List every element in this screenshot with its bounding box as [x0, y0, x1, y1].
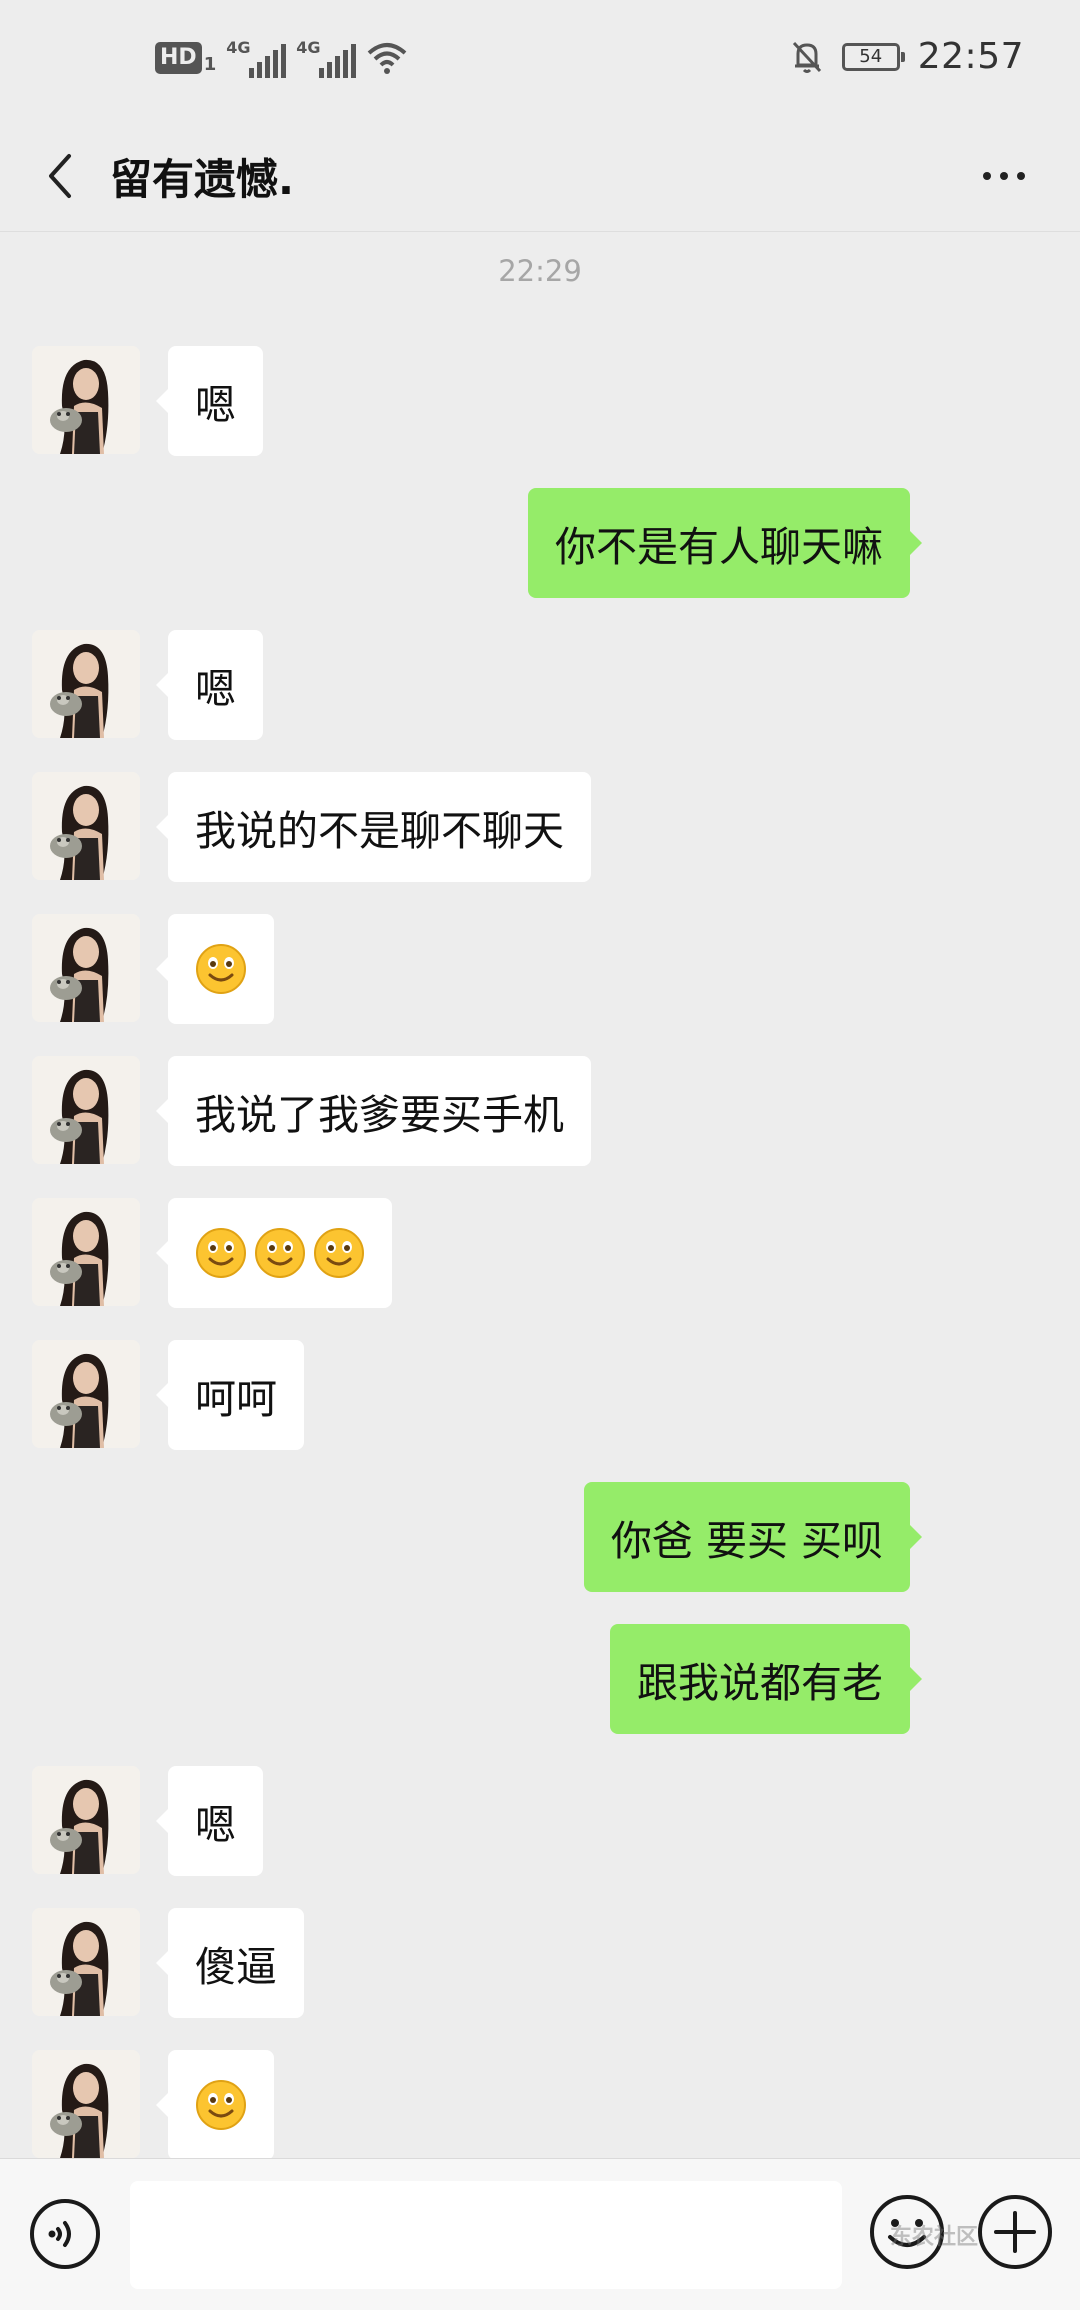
- contact-avatar[interactable]: [32, 2050, 140, 2158]
- hd-label: HD: [155, 42, 202, 74]
- contact-avatar[interactable]: [32, 1908, 140, 2016]
- back-button[interactable]: [30, 142, 90, 210]
- message-text: 嗯: [195, 1801, 236, 1849]
- message-bubble[interactable]: 呵呵: [156, 1340, 304, 1450]
- message-text: 我说的不是聊不聊天: [195, 807, 564, 855]
- voice-icon: [30, 2199, 100, 2269]
- smile-emoji-icon: [196, 1228, 246, 1278]
- message-bubble[interactable]: [156, 1198, 392, 1308]
- battery-level: 54: [859, 46, 883, 67]
- watermark: 东农社区: [890, 2225, 979, 2250]
- message-bubble[interactable]: [156, 2050, 274, 2158]
- contact-avatar[interactable]: [32, 346, 140, 454]
- message-bubble[interactable]: 你爸 要买 买呗: [583, 1482, 923, 1592]
- contact-avatar[interactable]: [32, 1340, 140, 1448]
- battery-icon: 54: [841, 42, 905, 71]
- contact-avatar[interactable]: [32, 1056, 140, 1164]
- message-text: 你爸 要买 买呗: [610, 1517, 883, 1565]
- message-bubble[interactable]: 嗯: [156, 346, 263, 456]
- message-text: 我说了我爹要买手机: [195, 1091, 564, 1139]
- message-list[interactable]: 22:29 嗯 你不是有人聊天嘛 嗯 我说的不是聊不聊天 我说了我爹要买手机 呵…: [0, 232, 1080, 2158]
- contact-avatar[interactable]: [32, 772, 140, 880]
- message-text: 跟我说都有老: [637, 1659, 883, 1707]
- more-options-button[interactable]: [968, 150, 1040, 202]
- smile-emoji-icon: [255, 1228, 305, 1278]
- status-right: 54 22:57: [790, 36, 1024, 77]
- bell-muted-icon: [792, 41, 821, 73]
- message-bubble[interactable]: 我说了我爹要买手机: [156, 1056, 591, 1166]
- message-text: 傻逼: [195, 1943, 277, 1991]
- message-text: 呵呵: [195, 1375, 277, 1423]
- message-bubble[interactable]: 嗯: [156, 630, 263, 740]
- message-text: 嗯: [195, 381, 236, 429]
- network-1-label: 4G: [226, 38, 251, 57]
- smile-emoji-icon: [314, 1228, 364, 1278]
- smile-emoji-icon: [196, 2080, 246, 2130]
- message-bubble[interactable]: 跟我说都有老: [610, 1624, 922, 1734]
- contact-avatar[interactable]: [32, 1198, 140, 1306]
- message-bubble[interactable]: 我说的不是聊不聊天: [156, 772, 591, 882]
- more-dot-icon: [983, 172, 991, 180]
- message-input[interactable]: [130, 2181, 842, 2289]
- voice-input-button[interactable]: [28, 2197, 102, 2271]
- message-text: 你不是有人聊天嘛: [555, 523, 883, 571]
- message-bubble[interactable]: 傻逼: [156, 1908, 304, 2018]
- network-2-label: 4G: [296, 38, 321, 57]
- hd-sub-label: 1: [203, 53, 217, 75]
- signal-1-icon: 4G: [226, 38, 287, 78]
- message-text: 嗯: [195, 665, 236, 713]
- message-bubble[interactable]: 嗯: [156, 1766, 263, 1876]
- chevron-left-icon: [49, 154, 71, 198]
- smile-emoji-icon: [196, 944, 246, 994]
- plus-circle-icon: [978, 2195, 1052, 2269]
- input-bar: 东农社区: [0, 2158, 1080, 2310]
- chat-title: 留有遗憾.: [110, 155, 294, 204]
- more-dot-icon: [1017, 172, 1025, 180]
- wifi-icon: [367, 43, 407, 74]
- status-bar: HD 1 4G 4G 54 22:57: [0, 0, 1080, 120]
- signal-2-icon: 4G: [296, 38, 357, 78]
- hd-indicator: HD 1: [155, 42, 216, 75]
- contact-avatar[interactable]: [32, 914, 140, 1022]
- more-functions-button[interactable]: [976, 2193, 1054, 2271]
- status-time: 22:57: [917, 36, 1024, 77]
- message-bubble[interactable]: 你不是有人聊天嘛: [528, 488, 922, 598]
- chat-header: 留有遗憾.: [0, 120, 1080, 232]
- message-bubble[interactable]: [156, 914, 274, 1024]
- status-left: HD 1 4G 4G: [155, 38, 408, 78]
- more-dot-icon: [1000, 172, 1008, 180]
- contact-avatar[interactable]: [32, 630, 140, 738]
- chat-timestamp: 22:29: [498, 254, 582, 288]
- contact-avatar[interactable]: [32, 1766, 140, 1874]
